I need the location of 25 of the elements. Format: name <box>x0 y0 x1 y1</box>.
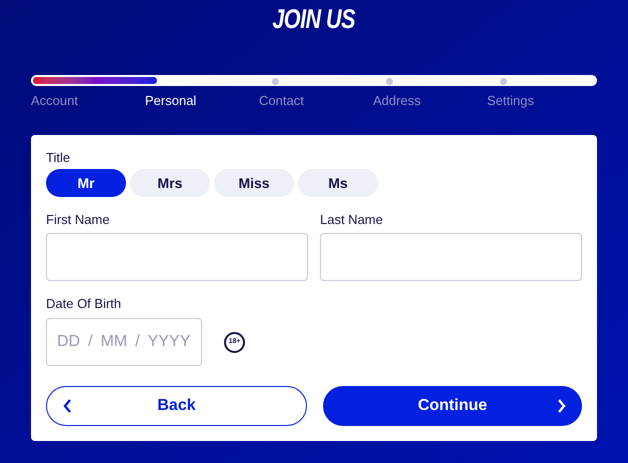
field-label: Title <box>46 149 72 167</box>
chevron-left-icon <box>63 399 72 413</box>
step-label: Personal <box>145 92 198 110</box>
title-option[interactable]: Mrs <box>130 169 210 197</box>
step-label: Address <box>373 92 422 110</box>
step-label: Settings <box>487 92 535 110</box>
title-option[interactable]: Ms <box>298 169 378 197</box>
field-label: First Name <box>46 211 111 229</box>
page-heading: JOIN US <box>272 4 356 34</box>
date-separator: / <box>135 332 140 352</box>
field-label: Last Name <box>320 211 384 229</box>
day-placeholder: DD <box>57 332 80 352</box>
step-label: Contact <box>259 92 305 110</box>
back-button[interactable]: Back <box>46 386 307 426</box>
date-separator: / <box>88 332 93 352</box>
continue-button[interactable]: Continue <box>323 386 582 426</box>
last-name-field[interactable] <box>320 233 582 281</box>
field-label: Date Of Birth <box>46 295 122 313</box>
title-option[interactable]: Miss <box>214 169 294 197</box>
first-name-field[interactable] <box>46 233 308 281</box>
chevron-right-icon <box>557 399 566 413</box>
step-label: Account <box>31 92 79 110</box>
month-placeholder: MM <box>100 332 128 352</box>
title-option[interactable]: Mr <box>46 169 126 197</box>
year-placeholder: YYYY <box>148 332 190 352</box>
